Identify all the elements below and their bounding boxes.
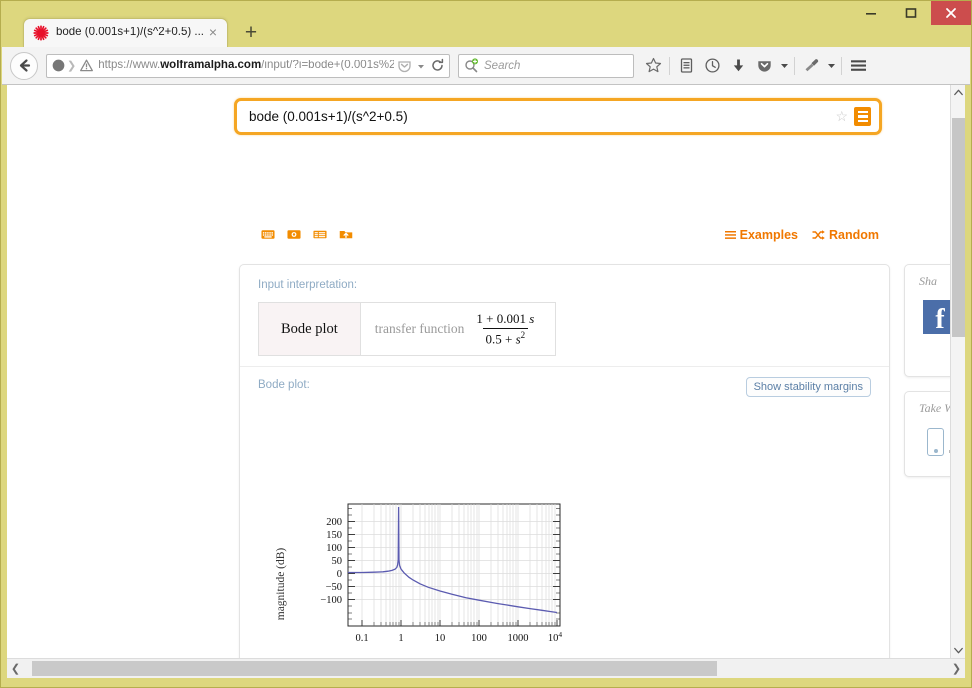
svg-text:104: 104 <box>548 630 563 644</box>
show-stability-margins-button[interactable]: Show stability margins <box>745 377 871 398</box>
magnitude-plot: magnitude (dB) 200 150 100 50 0 −50 −100 <box>275 503 562 644</box>
svg-text:−100: −100 <box>320 595 342 606</box>
vertical-scrollbar-thumb[interactable] <box>952 118 965 337</box>
wolframalpha-page: bode (0.001s+1)/(s^2+0.5) ☆ Examples Ran… <box>7 85 965 658</box>
toolbar-separator <box>794 56 795 75</box>
reload-icon[interactable] <box>430 58 445 73</box>
camera-icon[interactable] <box>287 228 301 242</box>
data-table-icon[interactable] <box>313 228 327 242</box>
wolfram-query-text[interactable]: bode (0.001s+1)/(s^2+0.5) <box>249 109 835 124</box>
history-clock-icon[interactable] <box>699 53 725 79</box>
result-card: Input interpretation: Bode plot transfer… <box>239 264 890 658</box>
svg-text:1: 1 <box>398 633 403 644</box>
keyboard-icon[interactable] <box>261 228 275 242</box>
interpretation-type-cell: Bode plot <box>259 303 361 356</box>
svg-text:0.1: 0.1 <box>355 633 368 644</box>
magnitude-y-ticklabels: 200 150 100 50 0 −50 −100 <box>320 517 342 606</box>
identity-chevron-icon: ❯ <box>67 60 77 72</box>
svg-text:100: 100 <box>471 633 487 644</box>
browser-tab[interactable]: bode (0.001s+1)/(s^2+0.5) ... × <box>23 18 228 47</box>
scroll-up-arrow[interactable] <box>951 85 965 100</box>
wolfram-input-tools <box>261 228 353 242</box>
search-plus-icon <box>464 58 479 73</box>
eyedropper-icon[interactable] <box>798 53 824 79</box>
toolbar-icon-group <box>640 53 871 79</box>
random-label: Random <box>829 228 879 242</box>
new-tab-button[interactable]: + <box>239 21 263 45</box>
random-link[interactable]: Random <box>812 228 879 242</box>
bookmark-star-icon[interactable] <box>640 53 666 79</box>
scroll-down-arrow[interactable] <box>951 643 965 658</box>
downloads-icon[interactable] <box>725 53 751 79</box>
svg-text:200: 200 <box>326 517 342 528</box>
toolbar-separator <box>841 56 842 75</box>
tab-strip: bode (0.001s+1)/(s^2+0.5) ... × + <box>1 1 971 47</box>
reader-list-icon[interactable] <box>673 53 699 79</box>
wolfram-spikey-icon <box>33 25 49 41</box>
svg-text:1000: 1000 <box>508 633 529 644</box>
shuffle-icon <box>812 230 825 240</box>
svg-text:50: 50 <box>332 556 343 567</box>
vertical-scrollbar[interactable] <box>950 85 965 658</box>
tab-close-icon[interactable]: × <box>205 25 221 41</box>
svg-text:0: 0 <box>337 569 342 580</box>
scroll-right-arrow[interactable]: ❯ <box>948 659 965 679</box>
mobile-phone-icon[interactable] <box>927 428 944 456</box>
search-input[interactable]: Search <box>484 60 520 72</box>
wolfram-query-input[interactable]: bode (0.001s+1)/(s^2+0.5) ☆ <box>234 98 882 135</box>
svg-text:150: 150 <box>326 530 342 541</box>
maximize-button[interactable] <box>891 1 931 25</box>
pocket-save-icon[interactable] <box>397 58 412 73</box>
minimize-button[interactable] <box>851 1 891 25</box>
horizontal-scrollbar-thumb[interactable] <box>32 661 717 676</box>
svg-text:10: 10 <box>435 633 446 644</box>
toolbar-separator <box>669 56 670 75</box>
eyedropper-dropdown-icon[interactable] <box>824 60 838 71</box>
pod-bode-plot: Bode plot: Show stability margins magnit… <box>240 367 889 644</box>
fraction-numerator: 1 + 0.001 s <box>476 311 535 326</box>
interpretation-value-cell: transfer function 1 + 0.001 s 0.5 + s2 <box>361 303 556 355</box>
wolfram-quick-links: Examples Random <box>724 228 879 242</box>
menu-hamburger-icon[interactable] <box>845 53 871 79</box>
page-viewport: bode (0.001s+1)/(s^2+0.5) ☆ Examples Ran… <box>7 85 965 658</box>
fraction-denominator: 0.5 + s2 <box>482 328 529 347</box>
input-interpretation-table: Bode plot transfer function 1 + 0.001 s … <box>258 302 557 357</box>
magnitude-x-ticklabels: 0.1 1 10 100 1000 104 <box>355 630 562 644</box>
insecure-warning-icon <box>80 59 94 72</box>
equals-submit-button[interactable] <box>854 107 871 126</box>
navigation-toolbar: ❯ https://www.wolframalpha.com/input/?i=… <box>2 47 970 85</box>
tab-title: bode (0.001s+1)/(s^2+0.5) ... <box>56 27 204 39</box>
examples-link[interactable]: Examples <box>724 228 798 242</box>
back-button[interactable] <box>10 51 38 80</box>
url-text: https://www.wolframalpha.com/input/?i=bo… <box>98 59 394 71</box>
magnitude-axis-label: magnitude (dB) <box>275 548 287 621</box>
window-controls <box>851 1 971 25</box>
pocket-dropdown-icon[interactable] <box>777 60 791 71</box>
list-icon <box>724 231 736 239</box>
file-upload-icon[interactable] <box>339 228 353 242</box>
browser-window: bode (0.001s+1)/(s^2+0.5) ... × + ❯ http… <box>0 0 972 688</box>
search-bar[interactable]: Search <box>458 53 634 78</box>
close-button[interactable] <box>931 1 971 25</box>
pod-input-interpretation: Input interpretation: Bode plot transfer… <box>240 265 889 368</box>
scroll-left-arrow[interactable]: ❮ <box>7 659 24 679</box>
svg-text:100: 100 <box>326 543 342 554</box>
transfer-function-fraction: 1 + 0.001 s 0.5 + s2 <box>473 311 537 347</box>
pod-label-input-interpretation: Input interpretation: <box>258 279 358 291</box>
transfer-function-label: transfer function <box>374 321 465 337</box>
favorite-star-icon[interactable]: ☆ <box>835 108 848 125</box>
svg-text:−50: −50 <box>326 582 342 593</box>
pocket-icon[interactable] <box>751 53 777 79</box>
url-bar[interactable]: ❯ https://www.wolframalpha.com/input/?i=… <box>46 53 450 78</box>
urlbar-dropdown-icon[interactable] <box>415 60 427 72</box>
examples-label: Examples <box>739 228 798 242</box>
horizontal-scrollbar[interactable]: ❮ ❯ <box>7 658 965 678</box>
identity-box[interactable] <box>52 59 65 72</box>
